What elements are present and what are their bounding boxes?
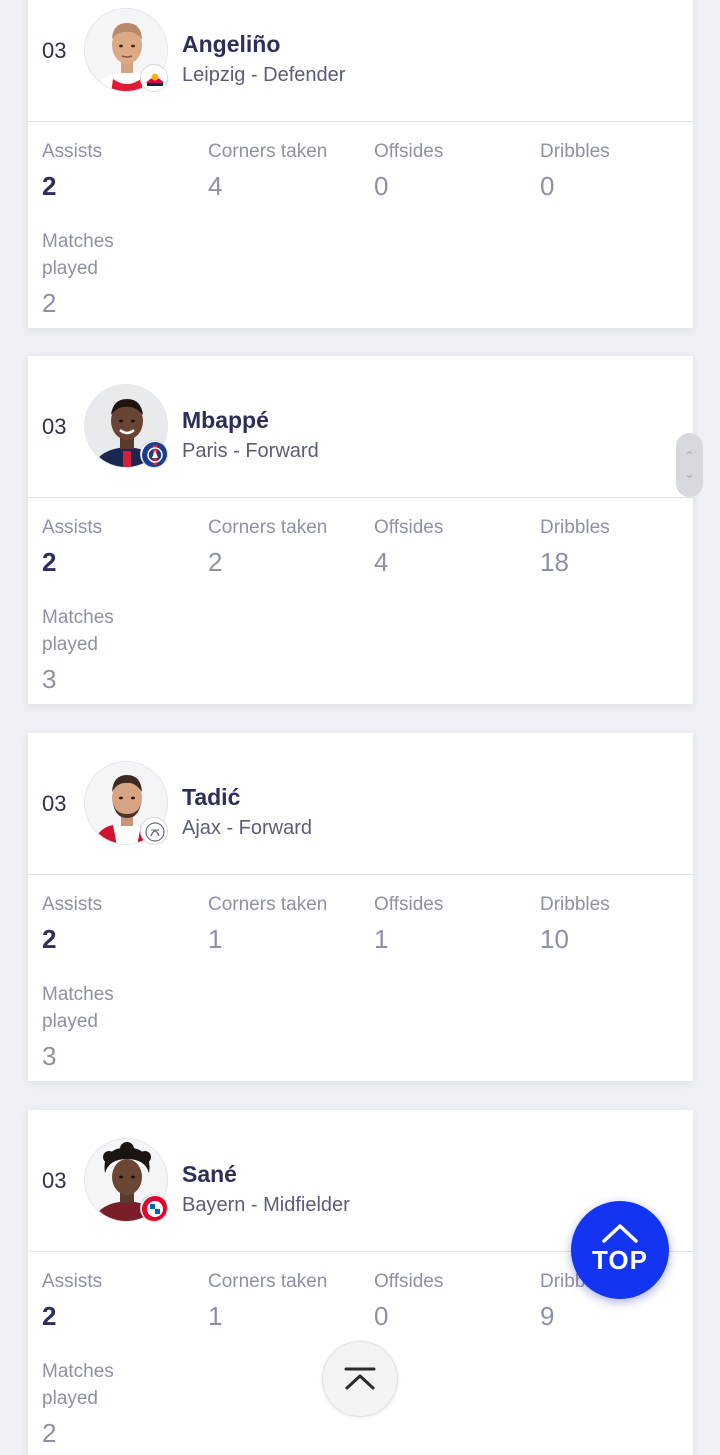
stat-value: 2 <box>42 1301 57 1331</box>
stat-value: 2 <box>42 924 57 954</box>
player-rank: 03 <box>42 413 67 439</box>
stat-value: 0 <box>374 1301 389 1331</box>
stat-label: Matches played <box>42 984 114 1032</box>
stat-label: Assists <box>42 517 103 538</box>
stat-corners-taken: Corners taken 4 <box>208 138 358 202</box>
player-name[interactable]: Angeliño <box>182 31 280 58</box>
stat-label: Dribbles <box>540 894 610 915</box>
stat-label: Corners taken <box>208 1271 328 1292</box>
stat-label: Assists <box>42 1271 103 1292</box>
stat-dribbles: Dribbles 0 <box>540 138 690 202</box>
player-team-position: Leipzig - Defender <box>182 64 346 86</box>
player-team-position: Bayern - Midfielder <box>182 1194 350 1216</box>
stat-value: 4 <box>208 171 223 201</box>
stat-value: 1 <box>208 924 223 954</box>
stat-label: Corners taken <box>208 894 328 915</box>
stat-offsides: Offsides 1 <box>374 891 524 955</box>
ajax-crest-icon <box>140 817 168 845</box>
stat-label: Matches played <box>42 1361 114 1409</box>
psg-crest-icon <box>140 440 168 468</box>
stat-label: Offsides <box>374 517 444 538</box>
stat-label: Assists <box>42 894 103 915</box>
stat-matches-played: Matches played 2 <box>42 228 162 319</box>
stat-corners-taken: Corners taken 2 <box>208 514 358 578</box>
scroll-handle[interactable]: ⌃ ⌄ <box>676 433 703 497</box>
stat-value: 3 <box>42 664 57 694</box>
player-name[interactable]: Mbappé <box>182 407 269 434</box>
stat-label: Assists <box>42 141 103 162</box>
scroll-to-top-icon <box>344 1367 376 1390</box>
stat-label: Matches played <box>42 607 114 655</box>
player-card[interactable]: 03 <box>28 0 693 328</box>
player-name[interactable]: Tadić <box>182 784 240 811</box>
player-stats: Assists 2 Corners taken 4 Offsides 0 Dri… <box>28 122 693 328</box>
stat-value: 3 <box>42 1041 57 1071</box>
chevron-up-icon <box>602 1223 638 1243</box>
stat-corners-taken: Corners taken 1 <box>208 1268 358 1332</box>
stat-label: Matches played <box>42 231 114 279</box>
stat-value: 4 <box>374 547 389 577</box>
back-to-top-label: TOP <box>592 1244 648 1275</box>
stat-label: Corners taken <box>208 141 328 162</box>
player-stats-page: 03 Angeliño Leipzig - Defender Assists 2… <box>0 0 720 1455</box>
player-team-position: Paris - Forward <box>182 440 319 462</box>
stat-value: 2 <box>42 171 57 201</box>
player-rank: 03 <box>42 1167 67 1193</box>
player-stats: Assists 2 Corners taken 2 Offsides 4 Dri… <box>28 498 693 704</box>
stat-dribbles: Dribbles 10 <box>540 891 690 955</box>
stat-matches-played: Matches played 3 <box>42 981 162 1072</box>
chevron-up-icon: ⌃ <box>684 449 695 463</box>
player-rank: 03 <box>42 790 67 816</box>
stat-matches-played: Matches played 3 <box>42 604 162 695</box>
stat-value: 2 <box>42 1418 57 1448</box>
player-card-header: 03 <box>28 0 693 122</box>
stat-value: 18 <box>540 547 569 577</box>
stat-offsides: Offsides 0 <box>374 138 524 202</box>
stat-label: Corners taken <box>208 517 328 538</box>
bayern-crest-icon <box>140 1194 168 1222</box>
player-card[interactable]: 03 <box>28 356 693 704</box>
stat-value: 0 <box>374 171 389 201</box>
stat-value: 2 <box>42 547 57 577</box>
stat-offsides: Offsides 0 <box>374 1268 524 1332</box>
stat-value: 0 <box>540 171 555 201</box>
stat-label: Dribbles <box>540 517 610 538</box>
player-card-header: 03 <box>28 733 693 875</box>
player-name[interactable]: Sané <box>182 1161 237 1188</box>
stat-offsides: Offsides 4 <box>374 514 524 578</box>
stat-assists: Assists 2 <box>42 1268 192 1332</box>
player-rank: 03 <box>42 37 67 63</box>
stat-value: 2 <box>42 288 57 318</box>
back-to-top-button[interactable]: TOP <box>571 1201 669 1299</box>
player-team-position: Ajax - Forward <box>182 817 313 839</box>
stat-value: 2 <box>208 547 223 577</box>
rb-leipzig-crest-icon <box>140 64 168 92</box>
stat-label: Offsides <box>374 1271 444 1292</box>
chevron-down-icon: ⌄ <box>684 467 695 481</box>
stat-corners-taken: Corners taken 1 <box>208 891 358 955</box>
stat-value: 9 <box>540 1301 555 1331</box>
stat-assists: Assists 2 <box>42 891 192 955</box>
stat-matches-played: Matches played 2 <box>42 1358 162 1449</box>
player-card-header: 03 <box>28 356 693 498</box>
stat-label: Offsides <box>374 894 444 915</box>
stat-label: Offsides <box>374 141 444 162</box>
stat-label: Dribbles <box>540 141 610 162</box>
player-card[interactable]: 03 <box>28 733 693 1081</box>
stat-value: 1 <box>208 1301 223 1331</box>
stat-value: 10 <box>540 924 569 954</box>
stat-assists: Assists 2 <box>42 138 192 202</box>
stat-dribbles: Dribbles 18 <box>540 514 690 578</box>
scroll-to-top-button[interactable] <box>322 1341 398 1417</box>
stat-value: 1 <box>374 924 389 954</box>
player-stats: Assists 2 Corners taken 1 Offsides 1 Dri… <box>28 875 693 1081</box>
stat-assists: Assists 2 <box>42 514 192 578</box>
